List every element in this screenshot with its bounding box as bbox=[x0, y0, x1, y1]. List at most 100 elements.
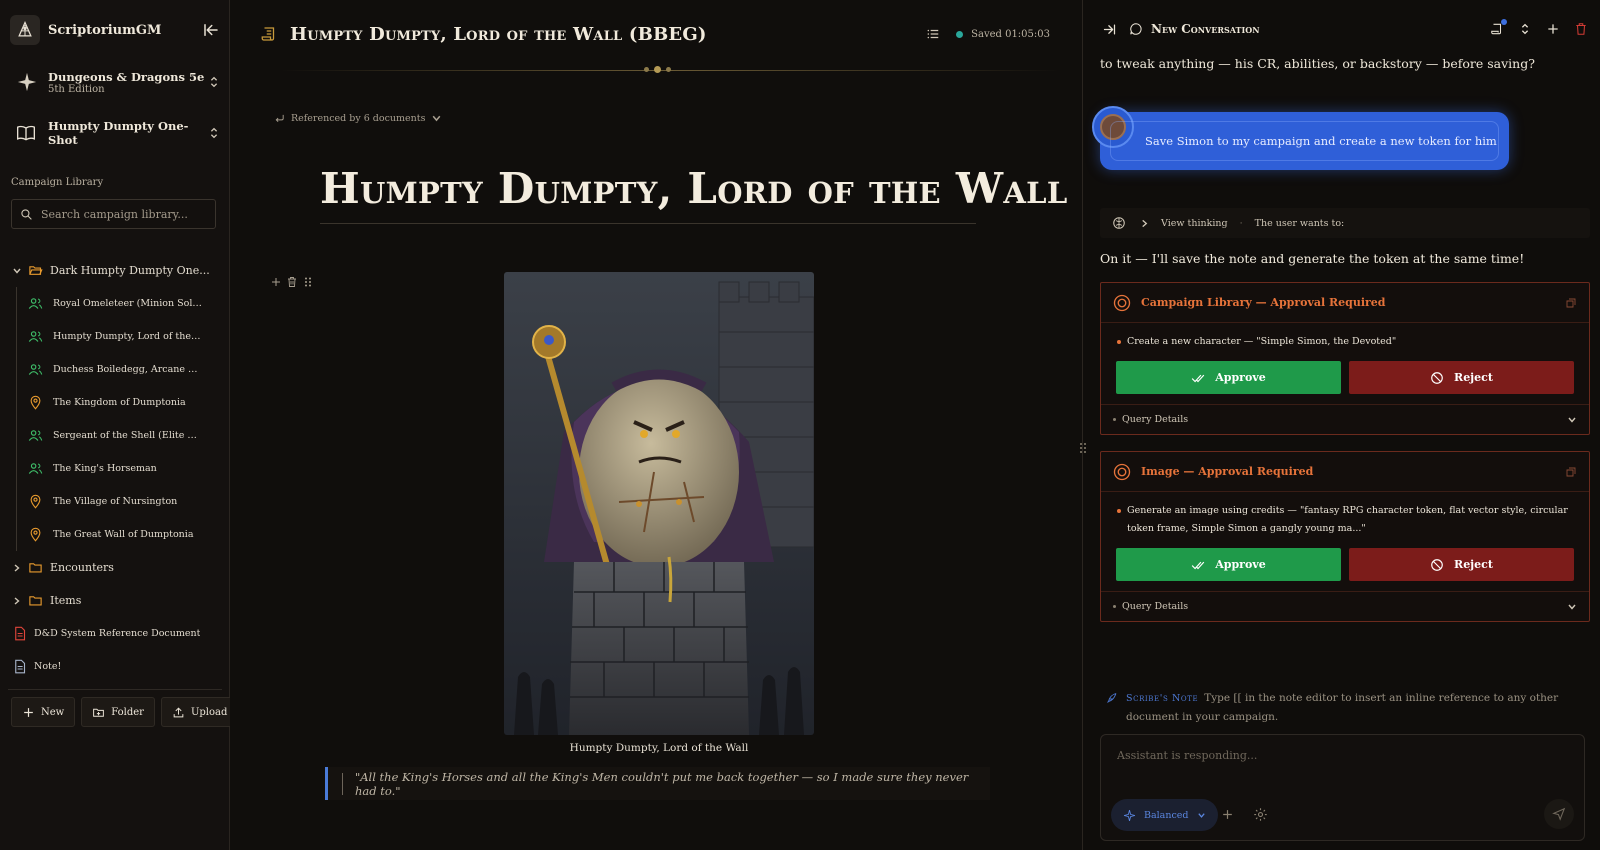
image-caption: Humpty Dumpty, Lord of the Wall bbox=[569, 742, 749, 754]
thinking-toggle[interactable]: View thinking · The user wants to: bbox=[1100, 208, 1590, 238]
library-search[interactable] bbox=[11, 199, 216, 229]
delete-chat-trash-icon[interactable] bbox=[1574, 22, 1588, 36]
users-icon bbox=[28, 430, 43, 441]
tree-item-label: The King's Horseman bbox=[53, 463, 157, 474]
query-details-label: Query Details bbox=[1122, 601, 1189, 612]
chevron-right-icon bbox=[1142, 219, 1148, 227]
tree-item[interactable]: The Village of Nursington bbox=[0, 485, 230, 518]
chevron-updown-icon bbox=[210, 76, 218, 88]
campaign-selector[interactable]: Humpty Dumpty One-Shot bbox=[10, 119, 220, 147]
tree-item-label: Sergeant of the Shell (Elite Sold... bbox=[53, 430, 203, 441]
copy-icon[interactable] bbox=[1565, 466, 1577, 478]
document-heading[interactable]: Humpty Dumpty, Lord of the Wall bbox=[320, 164, 1067, 213]
quote-block[interactable]: "All the King's Horses and all the King'… bbox=[325, 767, 990, 800]
gear-icon[interactable] bbox=[1253, 807, 1268, 822]
approve-button[interactable]: Approve bbox=[1116, 361, 1341, 394]
ban-icon bbox=[1431, 371, 1443, 384]
tree-item[interactable]: The King's Horseman bbox=[0, 452, 230, 485]
tree-item[interactable]: The Kingdom of Dumptonia bbox=[0, 386, 230, 419]
scroll-icon bbox=[261, 27, 275, 41]
tree-item-label: The Kingdom of Dumptonia bbox=[53, 397, 186, 408]
chevron-right-icon bbox=[14, 596, 20, 605]
tree-folder-items[interactable]: Items bbox=[0, 584, 230, 617]
chat-header: New Conversation bbox=[1102, 16, 1588, 42]
approval-card-library: Campaign Library — Approval Required Cre… bbox=[1100, 282, 1590, 435]
drag-handle-icon[interactable] bbox=[302, 276, 314, 288]
tree-item[interactable]: Sergeant of the Shell (Elite Sold... bbox=[0, 419, 230, 452]
double-check-icon bbox=[1192, 561, 1205, 569]
conversation-title[interactable]: New Conversation bbox=[1151, 22, 1476, 36]
attach-plus-icon[interactable] bbox=[1221, 808, 1234, 821]
upload-button[interactable]: Upload bbox=[160, 697, 239, 727]
outline-list-icon[interactable] bbox=[926, 27, 940, 41]
reject-button[interactable]: Reject bbox=[1349, 548, 1574, 581]
add-block-icon[interactable] bbox=[270, 276, 282, 288]
assistant-answer: On it — I'll save the note and generate … bbox=[1100, 251, 1525, 266]
history-scroll-icon[interactable] bbox=[1490, 19, 1507, 36]
document-title[interactable]: Humpty Dumpty, Lord of the Wall (BBEG) bbox=[290, 24, 926, 45]
system-edition: 5th Edition bbox=[48, 83, 105, 95]
query-details-toggle[interactable]: Query Details bbox=[1101, 404, 1589, 434]
chevron-down-icon bbox=[13, 268, 21, 274]
chevron-right-icon bbox=[14, 563, 20, 572]
chevron-down-icon bbox=[433, 115, 441, 122]
document-header: Humpty Dumpty, Lord of the Wall (BBEG) S… bbox=[260, 18, 1050, 50]
tree-item[interactable]: Duchess Boiledegg, Arcane Adv... bbox=[0, 353, 230, 386]
system-selector[interactable]: Dungeons & Dragons 5e 5th Edition bbox=[10, 62, 220, 102]
library-actions: New Folder Upload bbox=[11, 697, 239, 727]
reject-button[interactable]: Reject bbox=[1349, 361, 1574, 394]
query-details-toggle[interactable]: Query Details bbox=[1101, 591, 1589, 621]
tree-item[interactable]: The Great Wall of Dumptonia bbox=[0, 518, 230, 551]
tree-folder-dark-humpty[interactable]: Dark Humpty Dumpty One... bbox=[0, 254, 230, 287]
tree-doc-srd[interactable]: D&D System Reference Document bbox=[0, 617, 230, 650]
tree-item-label: Duchess Boiledegg, Arcane Adv... bbox=[53, 364, 203, 375]
ban-icon bbox=[1431, 558, 1443, 571]
chevron-updown-icon[interactable] bbox=[1518, 22, 1532, 36]
campaign-name: Humpty Dumpty One-Shot bbox=[48, 119, 189, 147]
new-button-label: New bbox=[41, 706, 65, 718]
sidebar: ScriptoriumGM Dungeons & Dragons 5e 5th … bbox=[0, 0, 239, 850]
users-icon bbox=[28, 463, 43, 474]
alert-circle-icon bbox=[1113, 463, 1131, 480]
character-portrait-image[interactable] bbox=[504, 272, 814, 735]
chevron-down-icon bbox=[1568, 604, 1576, 610]
brain-icon bbox=[1113, 217, 1125, 229]
close-panel-icon[interactable] bbox=[1102, 22, 1117, 37]
pdf-file-icon bbox=[15, 626, 26, 641]
tree-folder-label: Encounters bbox=[50, 561, 114, 574]
chat-input[interactable] bbox=[1117, 749, 1557, 779]
divider bbox=[8, 689, 222, 690]
new-folder-button[interactable]: Folder bbox=[81, 697, 155, 727]
scribes-note-label: Scribe's Note bbox=[1126, 693, 1199, 704]
note-file-icon bbox=[15, 659, 26, 674]
tree-item[interactable]: Humpty Dumpty, Lord of the ... bbox=[0, 320, 230, 353]
tree-folder-label: Items bbox=[50, 594, 82, 607]
query-details-label: Query Details bbox=[1122, 414, 1189, 425]
tree-doc-label: D&D System Reference Document bbox=[34, 628, 201, 639]
tree-folder-encounters[interactable]: Encounters bbox=[0, 551, 230, 584]
send-icon bbox=[1552, 807, 1566, 821]
users-icon bbox=[28, 364, 43, 375]
approve-button[interactable]: Approve bbox=[1116, 548, 1341, 581]
search-input[interactable] bbox=[41, 207, 211, 221]
map-pin-icon bbox=[30, 395, 41, 410]
alert-circle-icon bbox=[1113, 294, 1131, 311]
map-pin-icon bbox=[30, 527, 41, 542]
trash-icon[interactable] bbox=[286, 276, 298, 288]
collapse-sidebar-icon[interactable] bbox=[202, 21, 220, 39]
send-button[interactable] bbox=[1544, 799, 1574, 829]
saved-text: Saved 01:05:03 bbox=[971, 28, 1050, 40]
new-button[interactable]: New bbox=[11, 697, 76, 727]
folder-open-icon bbox=[29, 266, 43, 275]
search-icon bbox=[21, 208, 32, 220]
tree-item[interactable]: Royal Omeleteer (Minion Soldi... bbox=[0, 287, 230, 320]
backlinks-toggle[interactable]: Referenced by 6 documents bbox=[274, 113, 442, 124]
tree-item-label: The Great Wall of Dumptonia bbox=[53, 529, 194, 540]
mode-selector[interactable]: Balanced bbox=[1111, 799, 1218, 831]
tree-doc-note[interactable]: Note! bbox=[0, 650, 230, 683]
saved-dot-icon bbox=[956, 30, 964, 38]
panel-resize-handle[interactable] bbox=[1079, 441, 1087, 455]
copy-icon[interactable] bbox=[1565, 297, 1577, 309]
approval-detail: Create a new character — "Simple Simon, … bbox=[1101, 323, 1589, 351]
new-chat-plus-icon[interactable] bbox=[1546, 22, 1560, 36]
